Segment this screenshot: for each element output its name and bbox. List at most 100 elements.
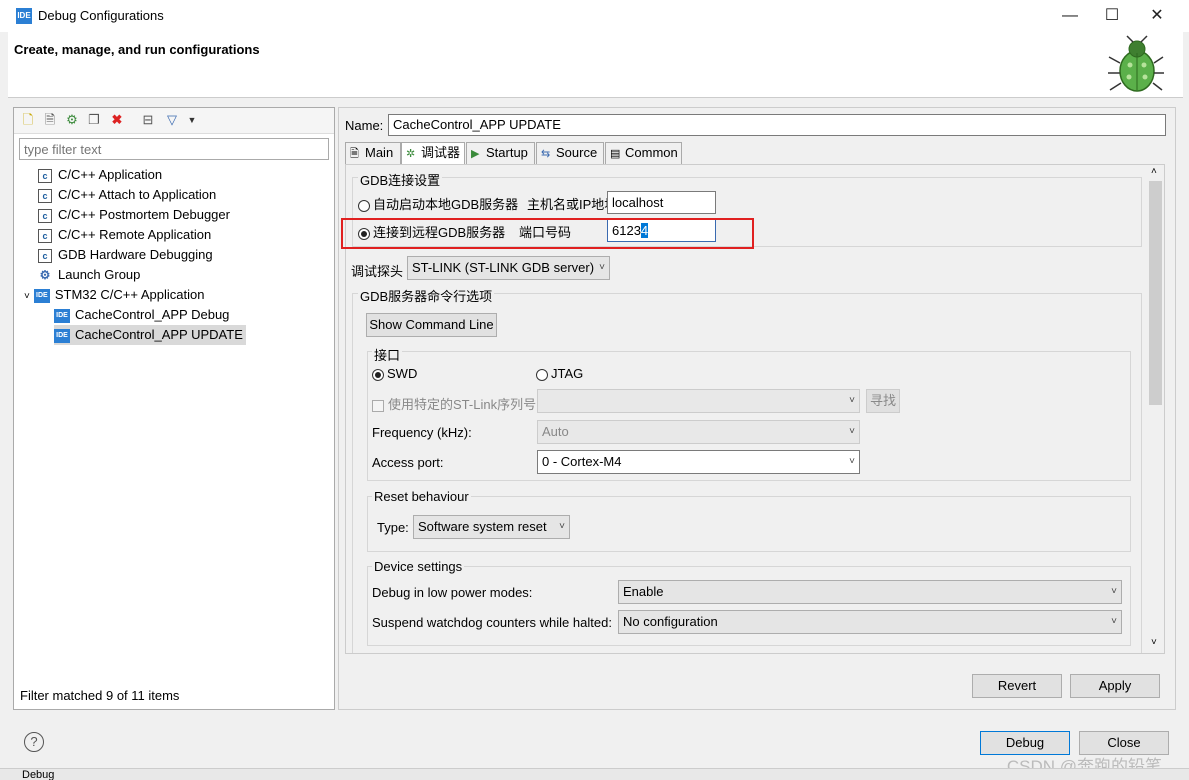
interface-title: 接口	[372, 345, 403, 364]
chevron-down-icon: ˅	[559, 521, 565, 532]
configuration-list-panel: 🗋 🗎 ⚙ ❐ ✖ ⊟ ▽ ▼ cC/C++ Application cC/C+…	[13, 107, 335, 710]
low-power-select[interactable]: Enable ˅	[618, 580, 1122, 604]
filter-icon[interactable]: ▽	[164, 112, 180, 128]
tab-startup[interactable]: ▶ Startup	[466, 142, 535, 164]
tree-item-cpp-application[interactable]: c C/C++ Application	[38, 165, 162, 185]
filter-status: Filter matched 9 of 11 items	[20, 688, 180, 703]
chevron-down-icon[interactable]: ˅	[1151, 637, 1157, 648]
delete-icon[interactable]: ✖	[109, 112, 125, 128]
show-command-line-button[interactable]: Show Command Line	[366, 313, 497, 337]
play-icon: ▶	[471, 148, 480, 160]
export-icon[interactable]: ⚙	[64, 112, 80, 128]
maximize-button[interactable]: ☐	[1092, 4, 1132, 28]
reset-behaviour-title: Reset behaviour	[372, 489, 471, 504]
apply-button[interactable]: Apply	[1070, 674, 1160, 698]
chevron-down-icon[interactable]: ▼	[184, 112, 200, 128]
document-icon: 🗎	[350, 148, 359, 160]
radio-button-selected[interactable]	[372, 368, 384, 381]
filter-input[interactable]	[19, 138, 329, 160]
watchdog-label: Suspend watchdog counters while halted:	[372, 615, 612, 630]
chevron-up-icon[interactable]: ˄	[1151, 166, 1157, 177]
device-settings-group	[367, 566, 1131, 646]
left-toolbar: 🗋 🗎 ⚙ ❐ ✖ ⊟ ▽ ▼	[14, 108, 334, 134]
chevron-down-icon: ˅	[599, 262, 605, 273]
new-config-icon[interactable]: 🗋	[20, 112, 36, 128]
radio-button[interactable]	[358, 199, 370, 212]
tree-item-cpp-postmortem[interactable]: c C/C++ Postmortem Debugger	[38, 205, 230, 225]
tree-item-stm32-application[interactable]: ˅ IDE STM32 C/C++ Application	[24, 285, 204, 305]
duplicate-icon[interactable]: ❐	[86, 112, 102, 128]
c-icon: c	[38, 208, 52, 223]
debugger-icon: ✲	[406, 148, 416, 160]
name-field[interactable]: CacheControl_APP UPDATE	[388, 114, 1166, 136]
probe-label: 调试探头	[351, 264, 404, 279]
chevron-down-icon: ˅	[849, 395, 855, 406]
launch-icon: ⚙	[38, 267, 52, 283]
remote-gdb-highlight-box	[341, 218, 754, 249]
tree-item-cpp-remote[interactable]: c C/C++ Remote Application	[38, 225, 211, 245]
c-icon: c	[38, 188, 52, 203]
low-power-label: Debug in low power modes:	[372, 585, 533, 600]
chevron-down-icon: ˅	[1111, 586, 1117, 597]
ide-icon: IDE	[33, 288, 50, 303]
close-window-button[interactable]: ✕	[1137, 4, 1177, 28]
frequency-label: Frequency (kHz):	[372, 425, 472, 440]
bug-icon	[1108, 35, 1164, 92]
configuration-editor-panel: Name: CacheControl_APP UPDATE 🗎 Main ✲ 调试器…	[338, 107, 1176, 710]
new-prototype-icon[interactable]: 🗎	[42, 112, 58, 128]
frequency-select[interactable]: Auto ˅	[537, 420, 860, 444]
collapse-all-icon[interactable]: ⊟	[140, 112, 156, 128]
scrollbar-thumb[interactable]	[1149, 181, 1162, 405]
c-icon: c	[38, 228, 52, 243]
tab-common[interactable]: ▤ Common	[605, 142, 682, 164]
find-button[interactable]: 寻找	[866, 389, 900, 413]
host-label: 主机名或IP地址	[527, 197, 618, 212]
name-label: Name:	[345, 118, 384, 133]
tree-item-cpp-attach[interactable]: c C/C++ Attach to Application	[38, 185, 216, 205]
radio-button[interactable]	[536, 368, 548, 381]
reset-type-label: Type:	[377, 520, 409, 535]
tree-item-launch-group[interactable]: ⚙ Launch Group	[38, 265, 140, 285]
reset-type-select[interactable]: Software system reset ˅	[413, 515, 570, 539]
content-scrollbar[interactable]: ˄ ˅	[1147, 165, 1164, 653]
tab-debugger[interactable]: ✲ 调试器	[401, 142, 465, 165]
debug-configurations-window: IDE Debug Configurations — ☐ ✕ Create, m…	[0, 0, 1189, 780]
minimize-button[interactable]: —	[1050, 4, 1090, 28]
gdb-connection-title: GDB连接设置	[358, 170, 443, 189]
probe-select[interactable]: ST-LINK (ST-LINK GDB server) ˅	[407, 256, 610, 280]
radio-swd[interactable]: SWD	[372, 366, 417, 381]
tree-item-cachecontrol-debug[interactable]: IDE CacheControl_APP Debug	[54, 305, 229, 325]
taskbar-debug-item[interactable]: Debug	[22, 769, 54, 780]
tab-main[interactable]: 🗎 Main	[345, 142, 401, 164]
common-icon: ▤	[610, 148, 621, 160]
taskbar: Debug	[0, 768, 1189, 780]
header-title: Create, manage, and run configurations	[14, 42, 260, 57]
chevron-down-icon: ˅	[1111, 616, 1117, 627]
window-title: Debug Configurations	[38, 8, 164, 23]
dialog-header: Create, manage, and run configurations	[8, 32, 1183, 98]
tree-item-gdb-hardware[interactable]: c GDB Hardware Debugging	[38, 245, 213, 265]
host-field[interactable]: localhost	[607, 191, 716, 214]
chevron-down-icon[interactable]: ˅	[24, 291, 30, 302]
ide-icon: IDE	[54, 328, 70, 343]
revert-button[interactable]: Revert	[972, 674, 1062, 698]
device-settings-title: Device settings	[372, 559, 465, 574]
chevron-down-icon: ˅	[849, 456, 855, 467]
help-icon[interactable]: ?	[24, 732, 44, 752]
c-icon: c	[38, 168, 52, 183]
tree-item-cachecontrol-update[interactable]: IDE CacheControl_APP UPDATE	[54, 325, 246, 345]
radio-jtag[interactable]: JTAG	[536, 366, 583, 381]
ide-icon: IDE	[54, 308, 70, 323]
stlink-serial-select[interactable]: ˅	[537, 389, 860, 413]
watchdog-select[interactable]: No configuration ˅	[618, 610, 1122, 634]
ide-app-icon: IDE	[16, 8, 32, 24]
access-port-select[interactable]: 0 - Cortex-M4 ˅	[537, 450, 860, 474]
radio-local-gdb[interactable]: 自动启动本地GDB服务器	[358, 194, 518, 213]
checkbox[interactable]	[372, 399, 384, 412]
tab-source[interactable]: ⇆ Source	[536, 142, 604, 164]
chevron-down-icon: ˅	[849, 426, 855, 437]
access-port-label: Access port:	[372, 455, 444, 470]
stlink-serial-checkbox[interactable]: 使用特定的ST-Link序列号	[372, 394, 536, 413]
gdb-server-options-title: GDB服务器命令行选项	[358, 286, 495, 305]
source-icon: ⇆	[541, 148, 551, 160]
